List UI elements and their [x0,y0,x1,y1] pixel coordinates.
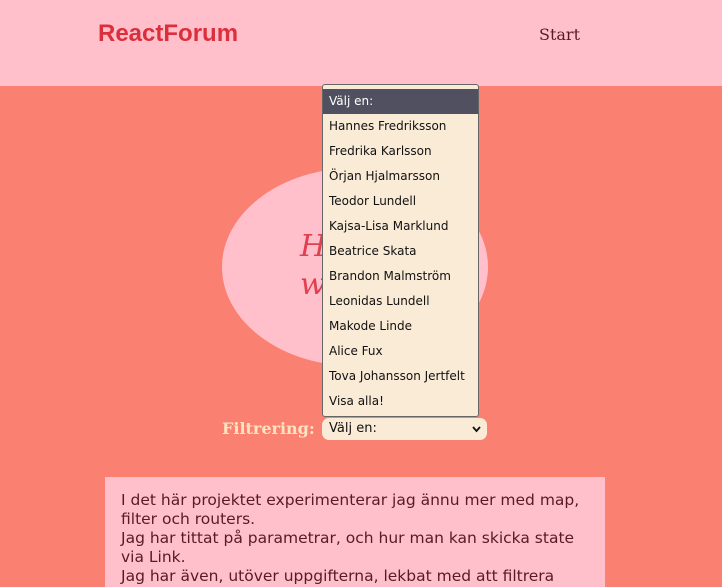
filter-select-value: Välj en: [329,421,377,436]
nav-link-start[interactable]: Start [539,25,580,44]
description-line: Jag har tittat på parametrar, och hur ma… [121,529,575,566]
filter-option[interactable]: Brandon Malmström [323,264,478,289]
filter-option[interactable]: Fredrika Karlsson [323,139,478,164]
header: ReactForum Start [0,0,722,86]
chevron-down-icon [471,418,482,448]
description-box: I det här projektet experimenterar jag ä… [105,477,605,587]
filter-option[interactable]: Leonidas Lundell [323,289,478,314]
filter-option[interactable]: Kajsa-Lisa Marklund [323,214,478,239]
filter-option[interactable]: Teodor Lundell [323,189,478,214]
filter-option[interactable]: Beatrice Skata [323,239,478,264]
filter-option[interactable]: Makode Linde [323,314,478,339]
description-line: Jag har även, utöver uppgifterna, lekbat… [121,567,555,585]
filter-option[interactable]: Välj en: [323,89,478,114]
app-logo[interactable]: ReactForum [98,20,238,48]
filter-option[interactable]: Tova Johansson Jertfelt [323,364,478,389]
description-line: I det här projektet experimenterar jag ä… [121,491,580,528]
filter-dropdown-list[interactable]: Välj en: Hannes Fredriksson Fredrika Kar… [322,84,479,417]
filter-option[interactable]: Alice Fux [323,339,478,364]
filter-option[interactable]: Visa alla! [323,389,478,414]
filter-option[interactable]: Örjan Hjalmarsson [323,164,478,189]
filter-option[interactable]: Hannes Fredriksson [323,114,478,139]
filter-select[interactable]: Välj en: [322,418,487,440]
filter-label: Filtrering: [222,419,315,438]
